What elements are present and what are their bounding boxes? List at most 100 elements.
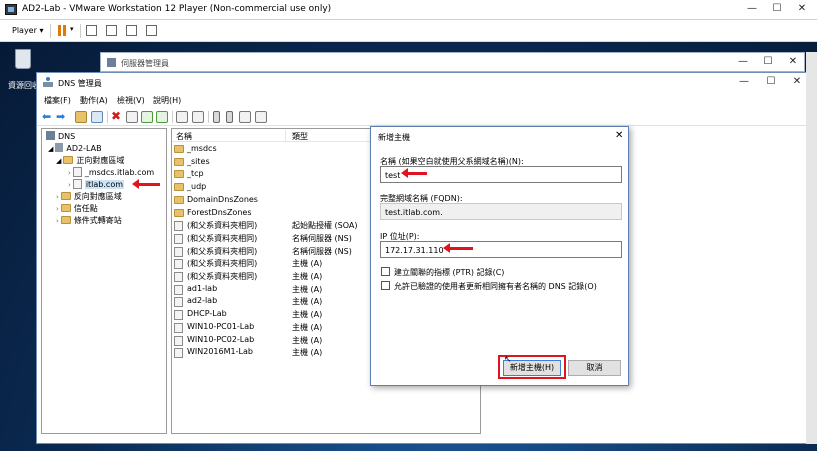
- maximize-icon[interactable]: ☐: [761, 56, 775, 68]
- expand-icon[interactable]: ›: [56, 205, 59, 213]
- toolbar-divider: [80, 24, 81, 38]
- record-type: 名稱伺服器 (NS): [292, 233, 352, 243]
- menu-view[interactable]: 檢視(V): [117, 95, 145, 106]
- refresh-icon[interactable]: [141, 111, 153, 123]
- tree-node-server[interactable]: ◢ AD2-LAB: [48, 143, 102, 155]
- record-icon: [174, 297, 183, 308]
- close-icon[interactable]: ✕: [790, 76, 804, 88]
- add-host-button[interactable]: 新增主機(H): [503, 360, 561, 376]
- minimize-icon[interactable]: —: [745, 3, 759, 15]
- record-type: 主機 (A): [292, 310, 323, 320]
- record-icon: [174, 284, 183, 295]
- close-icon[interactable]: ✕: [786, 56, 800, 68]
- collapse-icon[interactable]: ◢: [48, 145, 53, 153]
- folder-icon: [174, 195, 184, 204]
- column-header-name[interactable]: 名稱: [176, 131, 192, 142]
- server-icon[interactable]: [213, 111, 220, 123]
- tree-label: 反向對應區域: [73, 192, 122, 201]
- tree-label: 正向對應區域: [76, 156, 125, 165]
- tree-node-forward-zones[interactable]: ◢ 正向對應區域: [56, 155, 124, 167]
- dialog-close-icon[interactable]: ✕: [615, 130, 623, 141]
- allow-update-checkbox-label: 允許已驗證的使用者更新相同擁有者名稱的 DNS 記錄(O): [394, 282, 597, 291]
- record-icon: [174, 272, 183, 282]
- expand-icon[interactable]: ›: [56, 193, 59, 201]
- settings-icon[interactable]: [146, 25, 157, 36]
- server-icon[interactable]: [226, 111, 233, 123]
- dns-menubar: 檔案(F) 動作(A) 檢視(V) 說明(H): [37, 93, 807, 108]
- zone-icon: [72, 167, 82, 177]
- record-name: _udp: [187, 182, 207, 192]
- send-ctrl-alt-del-icon[interactable]: [86, 25, 97, 36]
- tree-label: itlab.com: [84, 180, 125, 189]
- forward-icon[interactable]: ➡: [56, 110, 65, 123]
- record-type: 主機 (A): [292, 322, 323, 332]
- tree-node-conditional-forwarders[interactable]: › 條件式轉寄站: [56, 215, 122, 227]
- close-icon[interactable]: ✕: [795, 3, 809, 15]
- ptr-checkbox[interactable]: [381, 267, 390, 276]
- server-node-icon: [55, 143, 64, 152]
- record-name: ForestDnsZones: [187, 207, 252, 217]
- minimize-icon[interactable]: —: [737, 76, 751, 88]
- column-divider: [285, 130, 286, 141]
- folder-icon: [174, 183, 184, 192]
- delete-icon[interactable]: ✖: [111, 109, 121, 123]
- toolbar-divider: [107, 111, 108, 123]
- ip-address-input[interactable]: 172.17.31.110: [380, 241, 622, 258]
- filter-icon[interactable]: [239, 111, 251, 123]
- allow-update-checkbox[interactable]: [381, 281, 390, 290]
- fqdn-field: test.itlab.com.: [380, 203, 622, 220]
- record-icon: [174, 310, 183, 321]
- tree-node-reverse-zones[interactable]: › 反向對應區域: [56, 191, 122, 203]
- tree-node-dns[interactable]: DNS: [46, 131, 75, 143]
- collapse-icon[interactable]: ◢: [56, 157, 61, 165]
- folder-icon: [174, 170, 184, 179]
- back-icon[interactable]: ⬅: [42, 110, 51, 123]
- tree-node-trust-points[interactable]: › 信任點: [56, 203, 98, 215]
- show-hide-tree-icon[interactable]: [91, 111, 103, 123]
- server-manager-window[interactable]: 伺服器管理員 — ☐ ✕: [100, 52, 805, 72]
- maximize-icon[interactable]: ☐: [770, 3, 784, 15]
- record-icon[interactable]: [255, 111, 267, 123]
- record-name: (和父系資料夾相同): [187, 259, 258, 269]
- fullscreen-icon[interactable]: [126, 25, 137, 36]
- export-list-icon[interactable]: [156, 111, 168, 123]
- pause-dropdown-icon[interactable]: ▾: [70, 25, 74, 33]
- properties-icon[interactable]: [126, 111, 138, 123]
- vmware-app-icon: [5, 4, 17, 15]
- recycle-bin-icon[interactable]: [12, 46, 34, 72]
- help-icon[interactable]: [176, 111, 188, 123]
- record-type: 名稱伺服器 (NS): [292, 246, 352, 256]
- menu-action[interactable]: 動作(A): [80, 95, 108, 106]
- player-menu-button[interactable]: Player ▾: [12, 26, 43, 35]
- record-icon: [174, 335, 183, 346]
- up-folder-icon[interactable]: [75, 111, 87, 123]
- tree-node-itlab-zone[interactable]: › itlab.com: [68, 179, 125, 191]
- expand-icon[interactable]: ›: [68, 181, 71, 189]
- tree-label: _msdcs.itlab.com: [84, 168, 155, 177]
- guest-scrollbar[interactable]: [806, 52, 817, 444]
- cancel-button[interactable]: 取消: [568, 360, 621, 376]
- view-icon[interactable]: [192, 111, 204, 123]
- tree-pane: DNS ◢ AD2-LAB ◢ 正向對應區域 › _msdcs.itlab.com ›…: [41, 128, 167, 434]
- menu-help[interactable]: 說明(H): [153, 95, 181, 106]
- expand-icon[interactable]: ›: [56, 217, 59, 225]
- menu-file[interactable]: 檔案(F): [44, 95, 71, 106]
- maximize-icon[interactable]: ☐: [764, 76, 778, 88]
- column-header-type[interactable]: 類型: [292, 131, 308, 142]
- record-name: DomainDnsZones: [187, 194, 258, 204]
- dns-toolbar: ⬅ ➡ ✖: [37, 108, 807, 126]
- record-name: ad2-lab: [187, 296, 218, 306]
- expand-icon[interactable]: ›: [68, 169, 71, 177]
- unity-icon[interactable]: [106, 25, 117, 36]
- folder-icon: [174, 145, 184, 153]
- record-name: (和父系資料夾相同): [187, 233, 258, 243]
- minimize-icon[interactable]: —: [736, 56, 750, 68]
- dns-window-title: DNS 管理員: [58, 79, 102, 88]
- tree-node-msdcs-zone[interactable]: › _msdcs.itlab.com: [68, 167, 154, 179]
- folder-icon: [63, 156, 74, 164]
- record-icon: [174, 221, 183, 232]
- record-name: _msdcs: [187, 144, 217, 153]
- pause-icon[interactable]: [58, 25, 67, 36]
- annotation-arrow: [443, 243, 473, 253]
- dns-node-icon: [46, 131, 55, 140]
